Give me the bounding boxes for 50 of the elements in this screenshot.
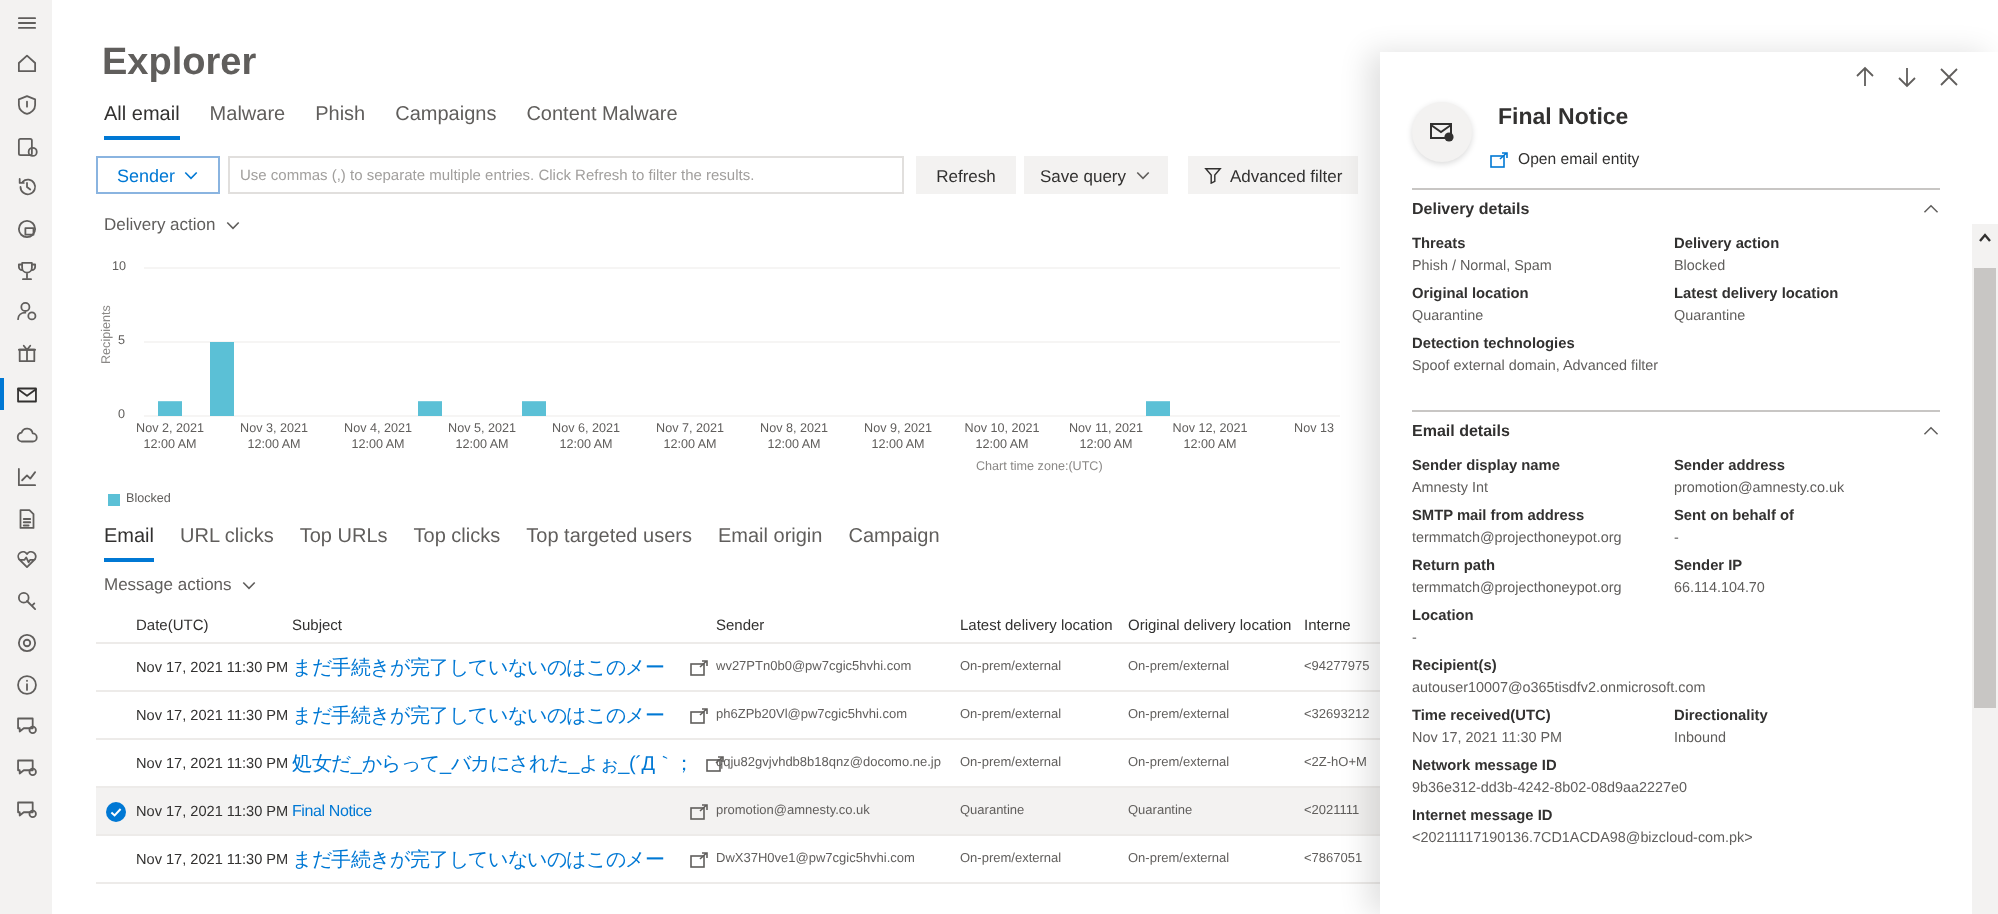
email-title: Final Notice <box>1498 106 1631 130</box>
close-icon[interactable] <box>1938 66 1960 88</box>
mail-avatar <box>1412 102 1472 162</box>
legend-swatch <box>108 493 120 505</box>
tab[interactable]: All email <box>104 100 180 140</box>
tab[interactable]: Email <box>104 522 155 562</box>
actions-dropdown[interactable]: Message actions <box>104 574 258 594</box>
subject-link[interactable]: まだ手続きが完了していないのはこのメー <box>292 653 665 681</box>
scrollbar-thumb[interactable] <box>1974 268 1996 708</box>
advanced-filter-button[interactable]: Advanced filter <box>1188 156 1359 194</box>
open-external-icon[interactable] <box>690 851 708 867</box>
refresh-button[interactable]: Refresh <box>916 156 1016 194</box>
open-external-icon[interactable] <box>690 803 708 819</box>
section-title: Email details <box>1412 422 1510 440</box>
page-title: Explorer <box>102 42 259 86</box>
section-title: Delivery details <box>1412 200 1530 218</box>
tab[interactable]: Campaigns <box>395 100 497 140</box>
open-external-icon[interactable] <box>690 707 708 723</box>
chevron-up-icon[interactable] <box>1978 232 1992 244</box>
tab[interactable]: Top URLs <box>299 522 388 562</box>
open-external-icon <box>1490 151 1508 167</box>
subject-link[interactable]: まだ手続きが完了していないのはこのメー <box>292 701 665 729</box>
tab[interactable]: URL clicks <box>180 522 274 562</box>
filter-icon <box>1204 166 1222 184</box>
chevron-down-icon <box>1134 166 1152 184</box>
tab[interactable]: Email origin <box>717 522 823 562</box>
subject-link[interactable]: Final Notice <box>292 802 372 820</box>
open-external-icon[interactable] <box>690 659 708 675</box>
chevron-down-icon <box>181 166 200 184</box>
check-circle-icon <box>106 801 126 821</box>
chart-bar <box>522 401 546 416</box>
tab[interactable]: Malware <box>209 100 286 140</box>
tab[interactable]: Top clicks <box>413 522 501 562</box>
chart-bar <box>210 342 234 416</box>
tab[interactable]: Campaign <box>848 522 940 562</box>
view-dropdown[interactable]: Delivery action <box>104 214 242 234</box>
tab[interactable]: Content Malware <box>526 100 678 140</box>
chart-bar <box>418 401 442 416</box>
tab[interactable]: Phish <box>315 100 366 140</box>
chart-bar <box>158 401 182 416</box>
tab[interactable]: Top targeted users <box>526 522 692 562</box>
subject-link[interactable]: 処女だ_からって_バカにされた_よぉ_(´Д｀； <box>292 749 694 777</box>
subject-link[interactable]: まだ手続きが完了していないのはこのメー <box>292 845 665 873</box>
chart-bar <box>1146 401 1170 416</box>
arrow-up-icon[interactable] <box>1854 66 1876 88</box>
arrow-down-icon[interactable] <box>1896 66 1918 88</box>
field-dropdown[interactable]: Sender <box>96 156 220 194</box>
chevron-up-icon[interactable] <box>1922 200 1940 218</box>
chevron-up-icon[interactable] <box>1922 422 1940 440</box>
save-query-button[interactable]: Save query <box>1024 156 1168 194</box>
